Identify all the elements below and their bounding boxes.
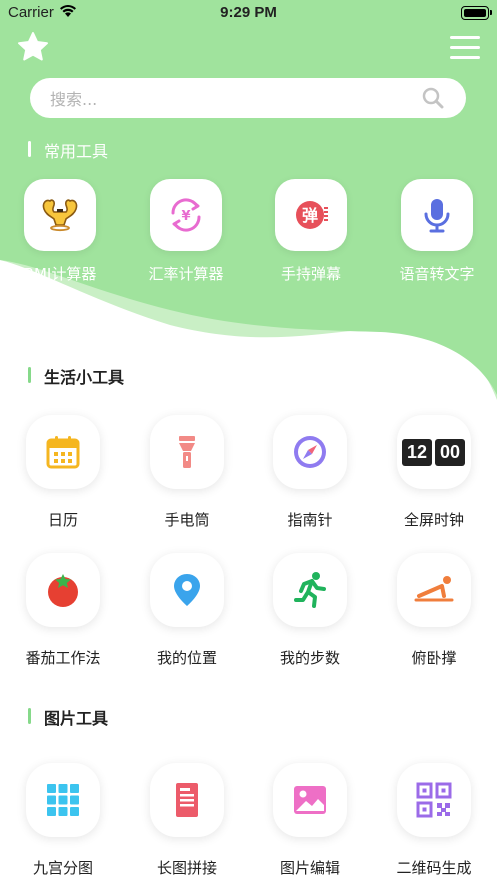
danmaku-icon: 弹 (296, 201, 328, 229)
section-accent-bar (28, 141, 31, 157)
svg-text:¥: ¥ (181, 209, 190, 224)
tool-label: 全屏时钟 (403, 511, 464, 529)
tool-calendar[interactable] (26, 415, 100, 489)
grid-icon (47, 784, 79, 816)
compass-icon (294, 436, 326, 468)
muscle-icon (42, 199, 78, 232)
tool-label: 手持弹幕 (280, 265, 341, 283)
search-input[interactable] (48, 78, 412, 120)
tool-label: BMI计算器 (23, 265, 97, 283)
tool-pomodoro[interactable] (26, 553, 100, 627)
section-header-common: 常用工具 (28, 138, 228, 161)
section-header-life: 生活小工具 (28, 364, 228, 387)
clock-hours: 12 (402, 439, 432, 466)
tool-label: 语音转文字 (399, 265, 475, 283)
menu-button[interactable] (448, 33, 482, 63)
search-icon[interactable] (422, 87, 444, 109)
tool-my-steps[interactable] (273, 553, 347, 627)
tool-label: 手电筒 (164, 511, 210, 529)
tool-label: 日历 (47, 511, 78, 529)
status-time: 9:29 PM (220, 4, 277, 21)
svg-text:弹: 弹 (302, 206, 318, 225)
qr-code-icon (416, 782, 452, 818)
section-accent-bar (28, 367, 31, 383)
tool-label: 俯卧撑 (411, 649, 457, 667)
tool-image-edit[interactable] (273, 763, 347, 837)
tool-label: 二维码生成 (396, 859, 472, 877)
tool-flashlight[interactable] (150, 415, 224, 489)
tool-long-image[interactable] (150, 763, 224, 837)
battery-icon (461, 6, 492, 20)
search-bar[interactable] (30, 78, 466, 120)
image-edit-icon (294, 786, 326, 814)
flashlight-icon (179, 436, 195, 468)
section-title-image: 图片工具 (44, 709, 109, 728)
star-icon (18, 32, 48, 61)
currency-exchange-icon: ¥ (171, 198, 201, 232)
tool-fullscreen-clock[interactable]: 12 00 (397, 415, 471, 489)
tool-handheld-danmaku[interactable]: 弹 (275, 179, 347, 251)
tool-compass[interactable] (273, 415, 347, 489)
tool-label: 指南针 (287, 511, 333, 529)
favorites-button[interactable] (16, 30, 50, 64)
tool-label: 九宫分图 (32, 859, 93, 877)
tool-label: 我的位置 (156, 649, 217, 667)
tool-label: 我的步数 (279, 649, 340, 667)
running-icon (294, 572, 326, 608)
tool-label: 长图拼接 (156, 859, 217, 877)
section-header-image: 图片工具 (28, 705, 228, 728)
tool-qr-code[interactable] (397, 763, 471, 837)
tool-pushup[interactable] (397, 553, 471, 627)
status-bar: Carrier 9:29 PM (0, 0, 497, 28)
tool-label: 汇率计算器 (148, 265, 224, 283)
tool-label: 番茄工作法 (25, 649, 101, 667)
microphone-icon (424, 199, 450, 233)
pushup-icon (414, 576, 454, 602)
tool-exchange-rate[interactable]: ¥ (150, 179, 222, 251)
tool-nine-grid[interactable] (26, 763, 100, 837)
section-accent-bar (28, 708, 31, 724)
tomato-icon (48, 574, 78, 607)
clock-minutes: 00 (435, 439, 465, 466)
tool-label: 图片编辑 (279, 859, 340, 877)
tool-bmi[interactable] (24, 179, 96, 251)
flip-clock: 12 00 (402, 439, 466, 466)
location-pin-icon (174, 574, 200, 606)
hamburger-menu-icon (450, 36, 480, 59)
section-title-common: 常用工具 (44, 142, 109, 161)
calendar-icon (46, 436, 80, 469)
tool-my-location[interactable] (150, 553, 224, 627)
tool-speech-to-text[interactable] (401, 179, 473, 251)
long-image-icon (176, 783, 198, 817)
section-title-life: 生活小工具 (44, 368, 125, 387)
